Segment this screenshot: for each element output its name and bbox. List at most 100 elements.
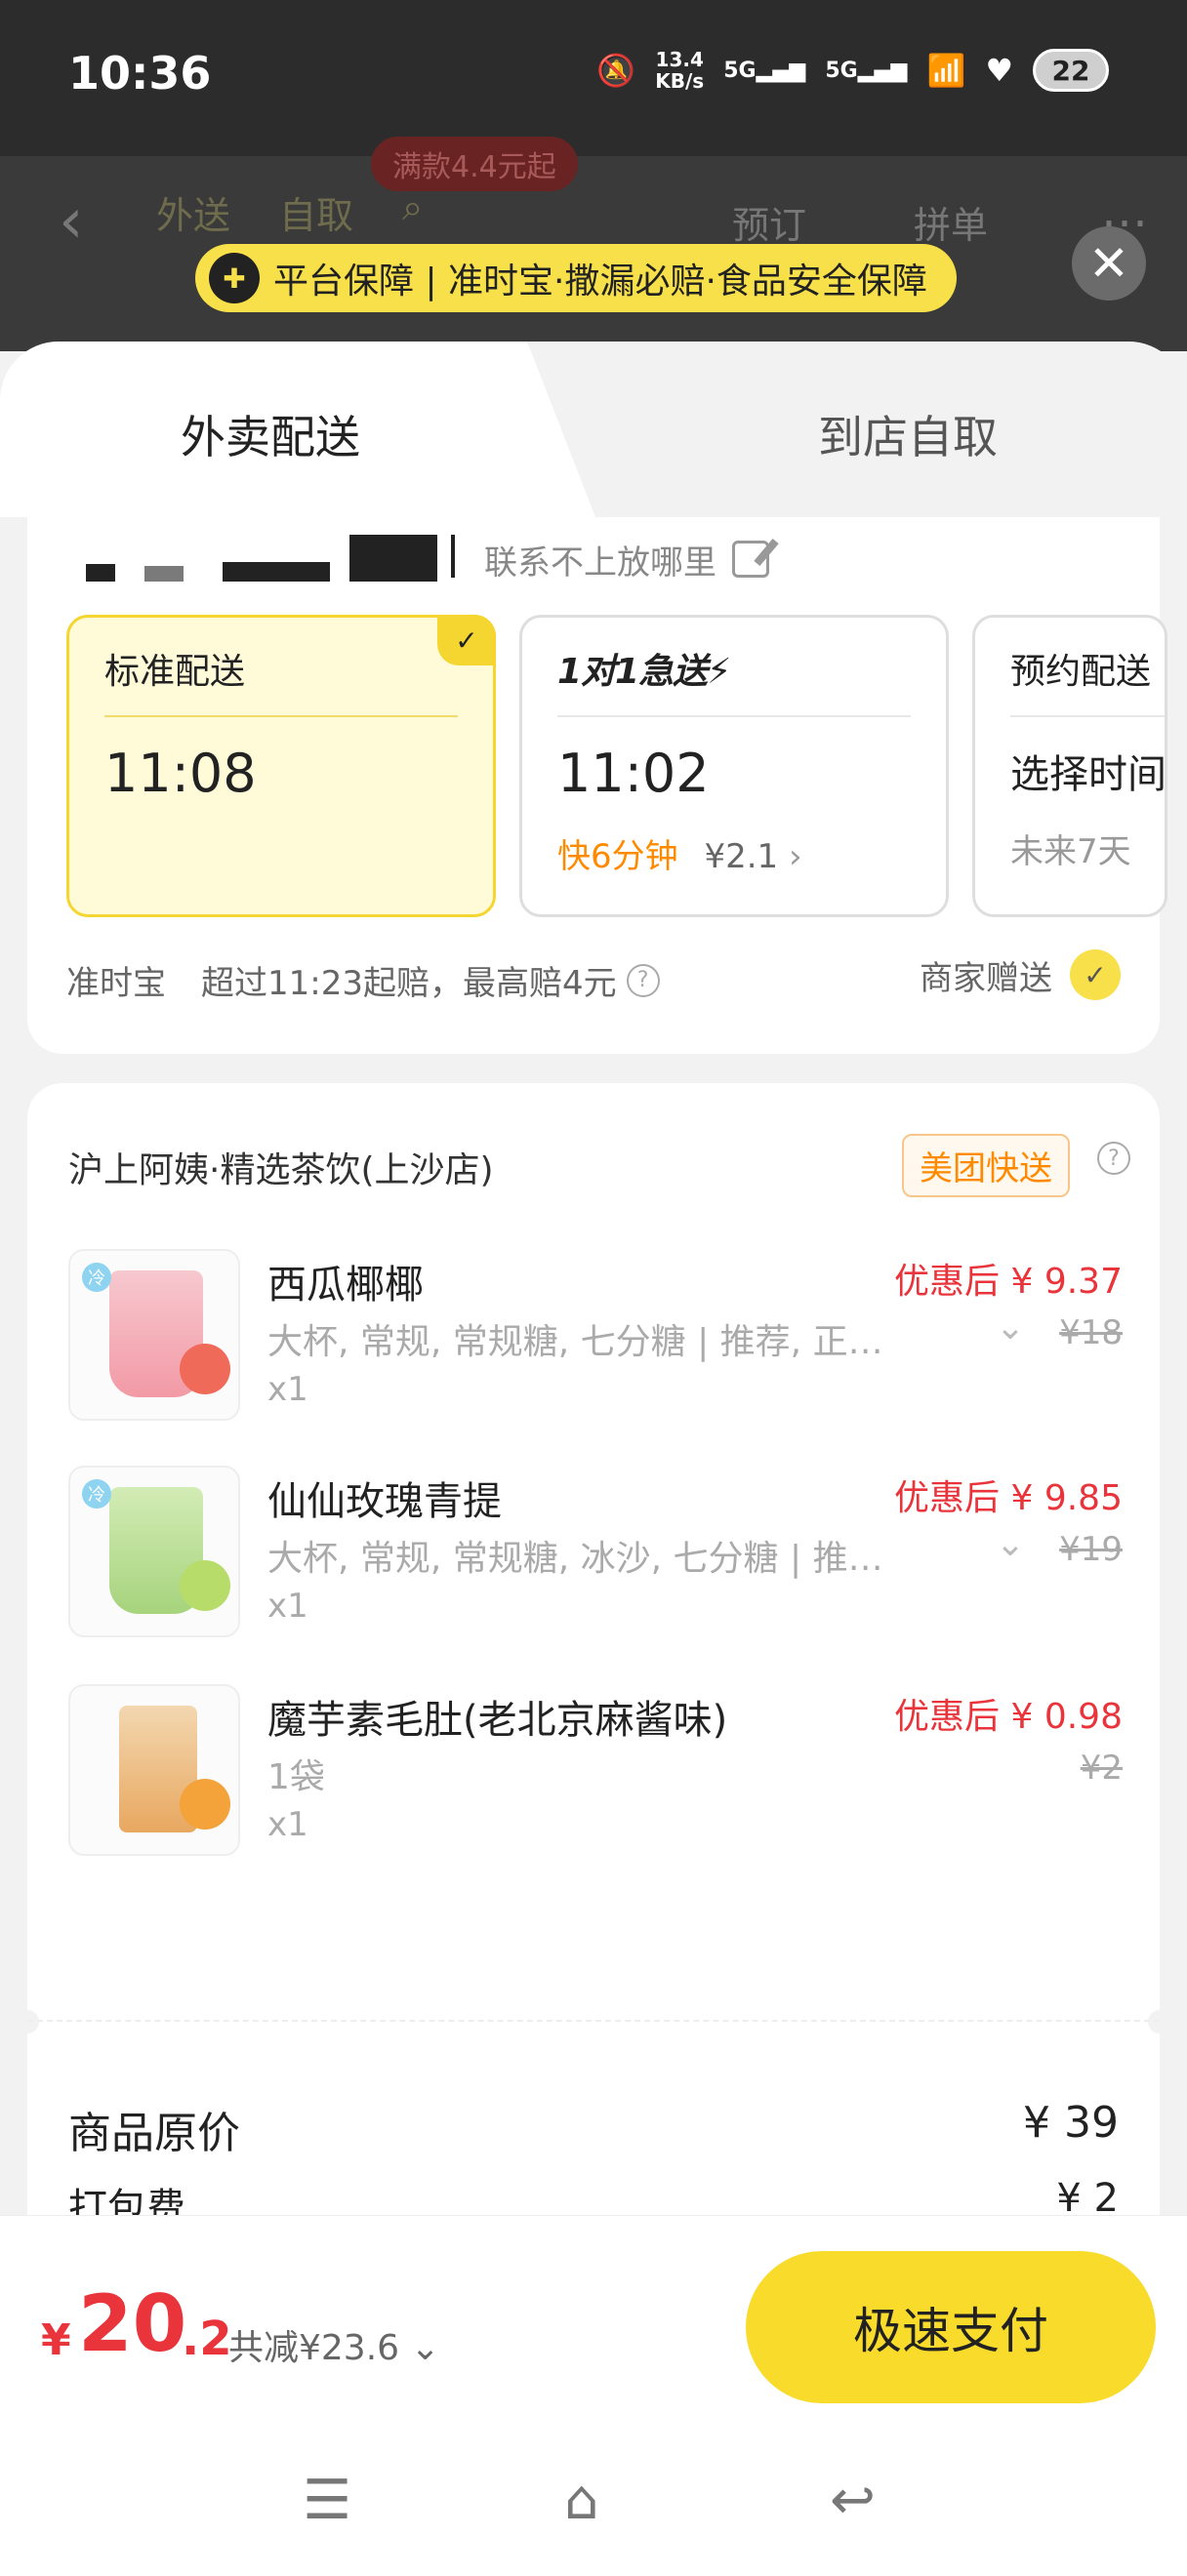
item-spec: 大杯, 常规, 常规糖, 冰沙, 七分糖 | 推… xyxy=(267,1539,883,1579)
currency-symbol: ¥ xyxy=(41,2315,71,2365)
fee-value: ¥ 39 xyxy=(1023,2098,1119,2148)
net-speed: 13.4 KB/s xyxy=(655,48,705,93)
payment-bar: ¥ 20 .2 共减¥23.6 ⌄ 极速支付 xyxy=(0,2215,1187,2430)
guarantee-text: 平台保障 | 准时宝·撒漏必赔·食品安全保障 xyxy=(273,262,927,302)
list-item: 冷 西瓜椰椰 大杯, 常规, 常规糖, 七分糖 | 推荐, 正… ⌄ x1 优惠… xyxy=(68,1249,1123,1425)
wifi-icon: 📶 xyxy=(926,52,966,89)
chevron-down-icon[interactable]: ⌄ xyxy=(996,1308,1025,1348)
home-icon[interactable]: ⌂ xyxy=(564,2469,599,2532)
cold-icon: 冷 xyxy=(82,1479,111,1509)
option-sub: 快6分钟 ¥2.1 › xyxy=(557,829,911,877)
gift-label: 商家赠送 xyxy=(920,958,1052,998)
heart-icon: ♥ xyxy=(985,52,1013,89)
chevron-down-icon[interactable]: ⌄ xyxy=(996,1524,1025,1564)
item-qty: x1 xyxy=(267,1587,308,1626)
tab-pickup[interactable]: 到店自取 xyxy=(818,402,998,466)
search-icon: ⌕ xyxy=(402,185,424,228)
product-image: 冷 xyxy=(68,1466,240,1637)
option-name: 1对1急送⚡ xyxy=(557,643,911,717)
help-icon[interactable]: ? xyxy=(626,963,660,997)
item-qty: x1 xyxy=(267,1805,308,1844)
tab-waimai: 外送 xyxy=(156,194,231,237)
close-button[interactable]: ✕ xyxy=(1072,226,1146,301)
option-sub: 未来7天 xyxy=(1010,832,1131,871)
background-store-header: 满款4.4元起 ‹ 外送 自取 ⌕ 预订 拼单 ⋯ ✚ 平台保障 | 准时宝·撒… xyxy=(0,137,1187,351)
tab-delivery[interactable]: 外卖配送 xyxy=(181,402,360,466)
item-spec: 大杯, 常规, 常规糖, 七分糖 | 推荐, 正… xyxy=(267,1322,883,1362)
option-express-delivery[interactable]: 1对1急送⚡ 11:02 快6分钟 ¥2.1 › xyxy=(519,615,949,917)
fee-label: 打包费 xyxy=(68,2186,185,2215)
merchant-gift[interactable]: 商家赠送 ✓ xyxy=(920,949,1121,1000)
cold-icon: 冷 xyxy=(82,1263,111,1292)
option-time: 11:08 xyxy=(104,743,257,804)
option-time: 11:02 xyxy=(557,743,710,804)
item-original-price: ¥19 xyxy=(1059,1530,1123,1569)
menu-icon[interactable]: ☰ xyxy=(303,2469,351,2532)
item-discount-price: 优惠后 ¥ 9.85 xyxy=(894,1478,1123,1518)
item-name: 魔芋素毛肚(老北京麻酱味) xyxy=(267,1698,728,1743)
pay-button[interactable]: 极速支付 xyxy=(746,2251,1156,2403)
check-icon: ✓ xyxy=(1070,949,1121,1000)
signal-icon-sim2: 5G▂▄▆ xyxy=(825,58,908,83)
help-icon[interactable]: ? xyxy=(1097,1142,1130,1175)
chevron-right-icon: › xyxy=(788,837,802,876)
fee-value: ¥ 2 xyxy=(1056,2176,1119,2215)
item-discount-price: 优惠后 ¥ 0.98 xyxy=(894,1697,1123,1737)
address-redacted xyxy=(86,535,467,584)
product-image: 冷 xyxy=(68,1249,240,1421)
chevron-down-icon: ⌄ xyxy=(410,2328,440,2368)
system-nav-bar: ☰ ⌂ ↩ xyxy=(0,2430,1187,2576)
option-scheduled-delivery[interactable]: 预约配送 选择时间 未来7天 xyxy=(972,615,1167,917)
product-image xyxy=(68,1684,240,1856)
tab-pindan: 拼单 xyxy=(914,204,989,247)
discount-summary[interactable]: 共减¥23.6 ⌄ xyxy=(228,2319,440,2370)
signal-icon-sim1: 5G▂▄▆ xyxy=(723,58,806,83)
option-name: 预约配送 xyxy=(1010,643,1165,717)
on-time-label: 准时宝 xyxy=(66,964,166,1003)
item-original-price: ¥2 xyxy=(1080,1749,1123,1788)
promo-pill: 满款4.4元起 xyxy=(371,137,578,191)
address-row[interactable]: 联系不上放哪里 xyxy=(86,535,769,584)
item-discount-price: 优惠后 ¥ 9.37 xyxy=(894,1262,1123,1302)
battery-icon: 22 xyxy=(1033,49,1109,92)
tab-yuding: 预订 xyxy=(732,204,807,247)
list-item: 冷 仙仙玫瑰青提 大杯, 常规, 常规糖, 冰沙, 七分糖 | 推… ⌄ x1 … xyxy=(68,1466,1123,1641)
on-time-guarantee: 准时宝 超过11:23起赔，最高赔4元 ? xyxy=(66,956,660,1004)
item-name: 西瓜椰椰 xyxy=(267,1263,424,1308)
item-qty: x1 xyxy=(267,1370,308,1409)
fee-label: 商品原价 xyxy=(68,2109,240,2158)
option-name: 标准配送 xyxy=(104,643,458,717)
delivery-card: 联系不上放哪里 ✓ 标准配送 11:08 1对1急送⚡ 11:02 快6分钟 ¥… xyxy=(27,517,1167,1054)
address-note: 联系不上放哪里 xyxy=(484,543,716,583)
list-item: 魔芋素毛肚(老北京麻酱味) 1袋 x1 优惠后 ¥ 0.98 ¥2 xyxy=(68,1684,1123,1860)
item-original-price: ¥18 xyxy=(1059,1313,1123,1352)
mute-icon: 🔕 xyxy=(596,52,636,89)
total-amount: 20 xyxy=(78,2278,187,2369)
check-icon: ✓ xyxy=(437,615,496,665)
faster-label: 快6分钟 xyxy=(557,837,678,876)
platform-guarantee-banner: ✚ 平台保障 | 准时宝·撒漏必赔·食品安全保障 xyxy=(195,244,957,312)
option-time: 选择时间 xyxy=(1010,752,1167,797)
shield-icon: ✚ xyxy=(209,253,260,303)
fee-row-packing: 打包费 ¥ 2 xyxy=(68,2176,1119,2215)
store-name: 沪上阿姨·精选茶饮(上沙店) xyxy=(68,1150,494,1190)
on-time-text: 超过11:23起赔，最高赔4元 xyxy=(201,964,617,1003)
checkout-sheet: 外卖配送 到店自取 联系不上放哪里 ✓ 标准配送 11:08 1对1急送⚡ 11… xyxy=(0,342,1187,2215)
divider xyxy=(27,2020,1160,2022)
back-icon: ‹ xyxy=(59,185,84,258)
edit-icon[interactable] xyxy=(732,541,769,578)
item-name: 仙仙玫瑰青提 xyxy=(267,1479,502,1524)
back-nav-icon[interactable]: ↩ xyxy=(830,2469,876,2532)
item-spec: 1袋 xyxy=(267,1757,325,1797)
status-icons: 🔕 13.4 KB/s 5G▂▄▆ 5G▂▄▆ 📶 ♥ 22 xyxy=(596,49,1109,92)
tab-ziqu: 自取 xyxy=(279,194,354,237)
fee-row-original: 商品原价 ¥ 39 xyxy=(68,2098,1119,2160)
header-actions: 预订 拼单 xyxy=(732,195,988,249)
status-time: 10:36 xyxy=(68,47,212,100)
delivery-badge: 美团快送 xyxy=(902,1134,1070,1197)
order-type-tabs: 外送 自取 ⌕ xyxy=(156,185,423,239)
total-amount-decimal: .2 xyxy=(182,2312,232,2366)
order-card: 沪上阿姨·精选茶饮(上沙店) 美团快送 ? 冷 西瓜椰椰 大杯, 常规, 常规糖… xyxy=(16,1083,1171,2215)
option-standard-delivery[interactable]: ✓ 标准配送 11:08 xyxy=(66,615,496,917)
delivery-mode-tabs: 外卖配送 到店自取 xyxy=(0,342,1187,517)
